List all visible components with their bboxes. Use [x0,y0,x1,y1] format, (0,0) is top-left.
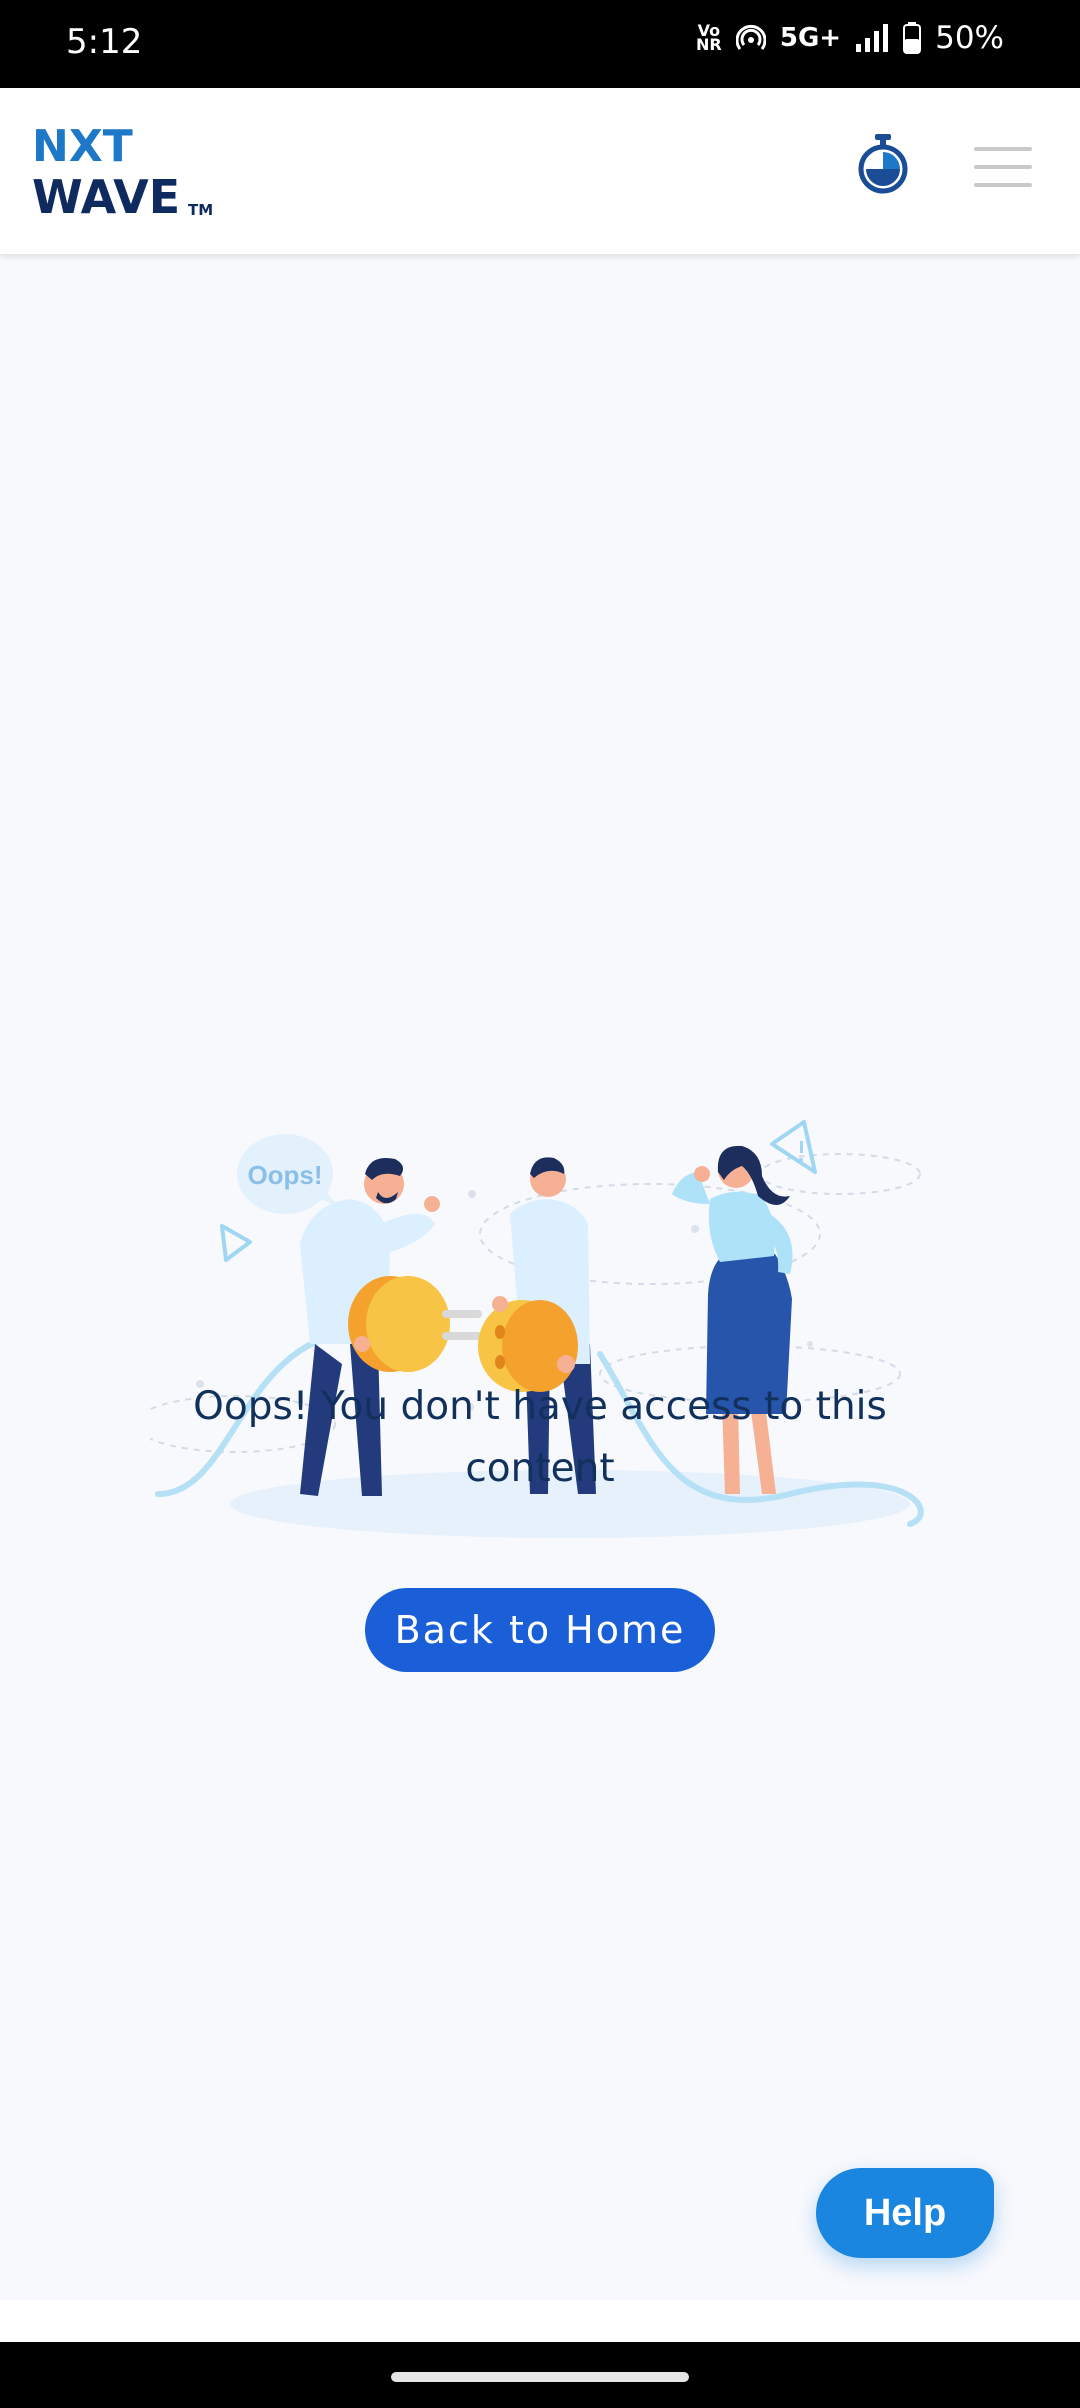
svg-text:WAVE: WAVE [32,170,180,223]
help-button[interactable]: Help [816,2168,994,2258]
battery-icon [903,22,922,54]
svg-text:NXT: NXT [32,121,133,172]
battery-percent: 50% [935,20,1004,56]
svg-text:TM: TM [188,201,213,219]
nxtwave-logo[interactable]: NXT WAVE TM [32,113,217,223]
status-icons: Vo NR 5G+ 50% [696,20,1004,56]
status-time: 5:12 [66,22,143,62]
content-area: Oops! Oops! You don't have access to thi… [0,254,1080,2300]
network-type: 5G+ [779,23,842,53]
back-to-home-button[interactable]: Back to Home [365,1588,715,1672]
hotspot-icon [735,24,766,50]
vonr-badge: Vo NR [696,21,722,54]
hamburger-menu-icon[interactable] [974,145,1032,189]
status-bar: 5:12 Vo NR 5G+ 50% [0,0,1080,88]
home-indicator[interactable] [391,2372,689,2382]
access-denied-message: Oops! You don't have access to this cont… [193,1384,887,1491]
signal-icon [856,24,889,52]
svg-text:Oops!: Oops! [247,1160,322,1190]
timer-icon[interactable] [857,134,909,194]
app-header: NXT WAVE TM [0,88,1080,254]
bottom-strip [0,2300,1080,2342]
